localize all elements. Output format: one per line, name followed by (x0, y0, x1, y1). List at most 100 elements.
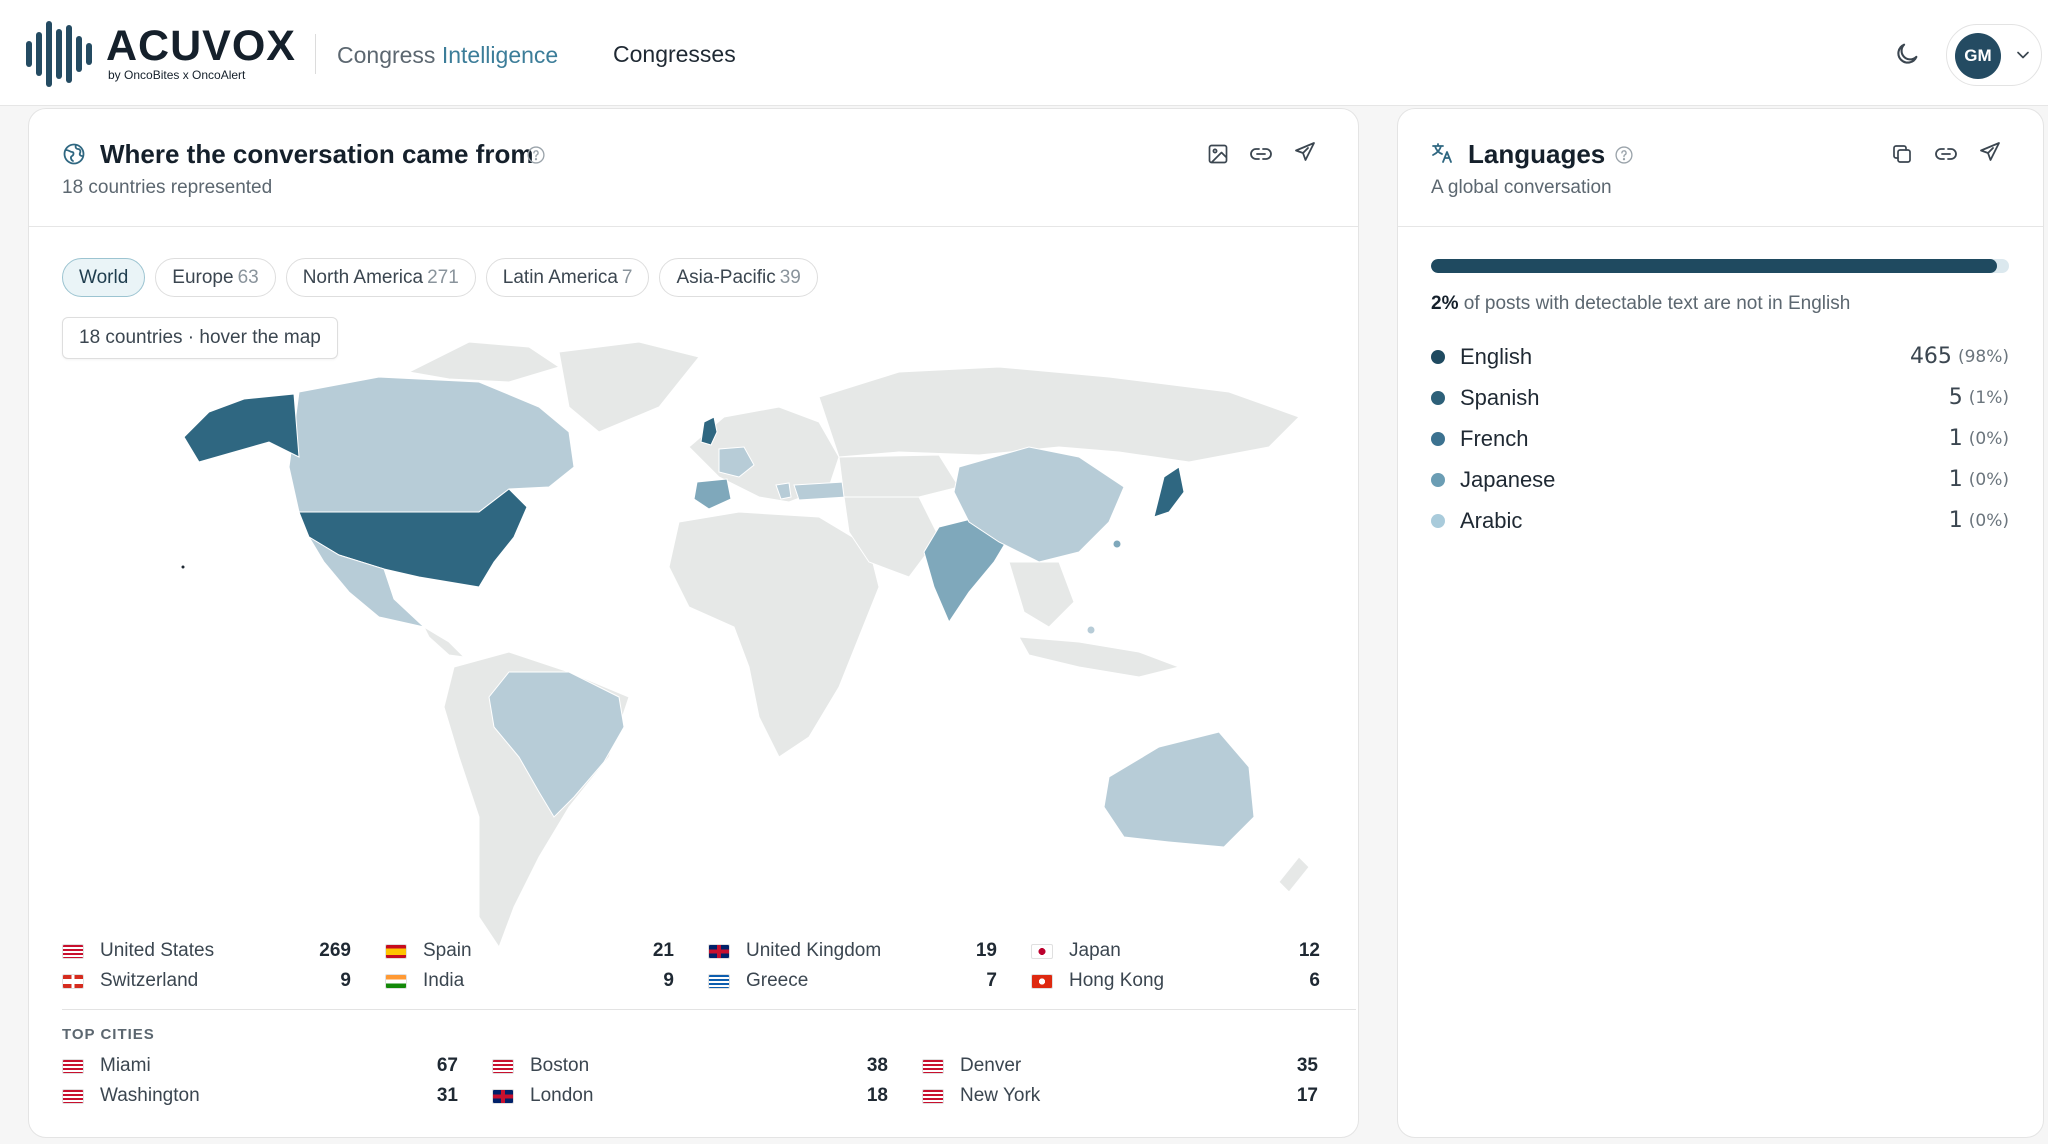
languages-card-header: Languages A global conversation (1398, 109, 2043, 227)
chip-world[interactable]: World (62, 258, 146, 297)
flag-es-icon (385, 943, 407, 959)
download-image-icon[interactable] (1206, 142, 1230, 166)
dark-mode-toggle-icon[interactable] (1893, 40, 1921, 68)
top-cities-heading: TOP CITIES (62, 1026, 155, 1043)
geo-card-title: Where the conversation came from (100, 139, 534, 169)
logo-waveform-icon (26, 18, 92, 90)
chip-europe[interactable]: Europe 63 (155, 258, 276, 297)
city-row[interactable]: Denver 35 (922, 1051, 1352, 1081)
translate-icon (1432, 143, 1452, 163)
avatar: GM (1955, 33, 2001, 79)
country-row[interactable]: United Kingdom 19 (708, 936, 1031, 966)
country-row[interactable]: Japan 12 (1031, 936, 1354, 966)
country-row[interactable]: Hong Kong 6 (1031, 966, 1354, 996)
language-dot (1431, 349, 1445, 364)
geo-card: Where the conversation came from 18 coun… (28, 108, 1359, 1138)
language-row[interactable]: French 1 (0%) (1431, 418, 2009, 459)
map-indonesia (1018, 636, 1181, 678)
chip-north-america[interactable]: North America 271 (285, 258, 476, 297)
city-row[interactable]: Miami 67 (62, 1051, 492, 1081)
app-name[interactable]: Congress Intelligence (337, 42, 558, 69)
top-bar: ACUVOX by OncoBites x OncoAlert Congress… (0, 0, 2048, 106)
globe-icon (63, 143, 85, 165)
language-list: English 465 (98%) Spanish 5 (1%) French 1 (0%)… (1431, 336, 2009, 541)
chip-asia-pacific[interactable]: Asia-Pacific 39 (659, 258, 818, 297)
map-alaska[interactable] (183, 393, 300, 463)
language-row[interactable]: Japanese 1 (0%) (1431, 459, 2009, 500)
chip-latin-america[interactable]: Latin America 7 (485, 258, 650, 297)
language-dot (1431, 513, 1445, 528)
languages-card-title: Languages (1468, 139, 1606, 169)
map-new-zealand (1278, 856, 1310, 893)
world-map[interactable] (179, 337, 1329, 1007)
flag-gb-icon (708, 943, 730, 959)
city-row[interactable]: New York 17 (922, 1081, 1352, 1111)
country-row[interactable]: Switzerland 9 (62, 966, 385, 996)
region-filter-chips: World Europe 63 North America 271 Latin Am… (62, 258, 818, 297)
city-row[interactable]: Boston 38 (492, 1051, 922, 1081)
link-icon[interactable] (1934, 142, 1958, 166)
language-row[interactable]: Arabic 1 (0%) (1431, 500, 2009, 541)
nav-congresses-link[interactable]: Congresses (613, 41, 736, 68)
map-spain[interactable] (693, 478, 732, 510)
flag-us-icon (62, 1058, 84, 1074)
flag-us-icon (922, 1088, 944, 1104)
brand-name: ACUVOX (106, 22, 296, 70)
send-icon[interactable] (1293, 140, 1317, 164)
flag-us-icon (492, 1058, 514, 1074)
flag-us-icon (922, 1058, 944, 1074)
map-greenland (558, 341, 700, 433)
map-singapore-dot[interactable] (1086, 625, 1096, 635)
map-arctic-islands (407, 341, 561, 383)
country-list: United States 269 Spain 21 United Kingdom 1… (62, 936, 1356, 996)
copy-icon[interactable] (1890, 142, 1914, 166)
app-name-accent: Intelligence (441, 42, 559, 68)
flag-in-icon (385, 973, 407, 989)
city-row[interactable]: Washington 31 (62, 1081, 492, 1111)
language-row[interactable]: English 465 (98%) (1431, 336, 2009, 377)
language-dot (1431, 390, 1445, 405)
flag-gr-icon (708, 973, 730, 989)
country-row[interactable]: Greece 7 (708, 966, 1031, 996)
non-english-note: 2% of posts with detectable text are not… (1431, 293, 1851, 314)
map-japan[interactable] (1153, 466, 1185, 518)
languages-card-subtitle: A global conversation (1431, 177, 1612, 198)
map-southeast-asia (1008, 561, 1075, 628)
languages-card: Languages A global conversation 2% of po… (1397, 108, 2044, 1138)
map-central-asia (838, 454, 960, 498)
brand-subtitle: by OncoBites x OncoAlert (108, 68, 246, 82)
flag-jp-icon (1031, 943, 1053, 959)
country-row[interactable]: United States 269 (62, 936, 385, 966)
language-row[interactable]: Spanish 5 (1%) (1431, 377, 2009, 418)
flag-us-icon (62, 1088, 84, 1104)
send-icon[interactable] (1978, 140, 2002, 164)
country-row[interactable]: India 9 (385, 966, 708, 996)
header-divider (315, 34, 316, 74)
map-turkey[interactable] (793, 481, 848, 501)
english-share-bar (1431, 259, 2009, 273)
app-name-prefix: Congress (337, 42, 442, 68)
city-row[interactable]: London 18 (492, 1081, 922, 1111)
country-row[interactable]: Spain 21 (385, 936, 708, 966)
map-hong-kong-dot[interactable] (1112, 539, 1122, 549)
map-australia[interactable] (1103, 731, 1255, 848)
user-menu[interactable]: GM (1946, 24, 2042, 86)
chevron-down-icon (2017, 51, 2029, 59)
map-russia (818, 366, 1300, 463)
map-hawaii-dot (181, 565, 185, 569)
flag-ch-icon (62, 973, 84, 989)
map-central-america (422, 625, 466, 658)
city-list: Miami 67 Boston 38 Denver 35 Washington 31 L… (62, 1051, 1356, 1111)
link-icon[interactable] (1249, 142, 1273, 166)
help-icon[interactable] (1614, 145, 1634, 165)
geo-card-header: Where the conversation came from 18 coun… (29, 109, 1358, 227)
map-canada[interactable] (288, 376, 575, 513)
flag-us-icon (62, 943, 84, 959)
help-icon[interactable] (526, 145, 546, 165)
flag-hk-icon (1031, 973, 1053, 989)
logo[interactable]: ACUVOX by OncoBites x OncoAlert (26, 18, 296, 90)
english-share-bar-fill (1431, 259, 1998, 273)
flag-gb-icon (492, 1088, 514, 1104)
language-dot (1431, 431, 1445, 446)
geo-card-subtitle: 18 countries represented (62, 177, 273, 198)
